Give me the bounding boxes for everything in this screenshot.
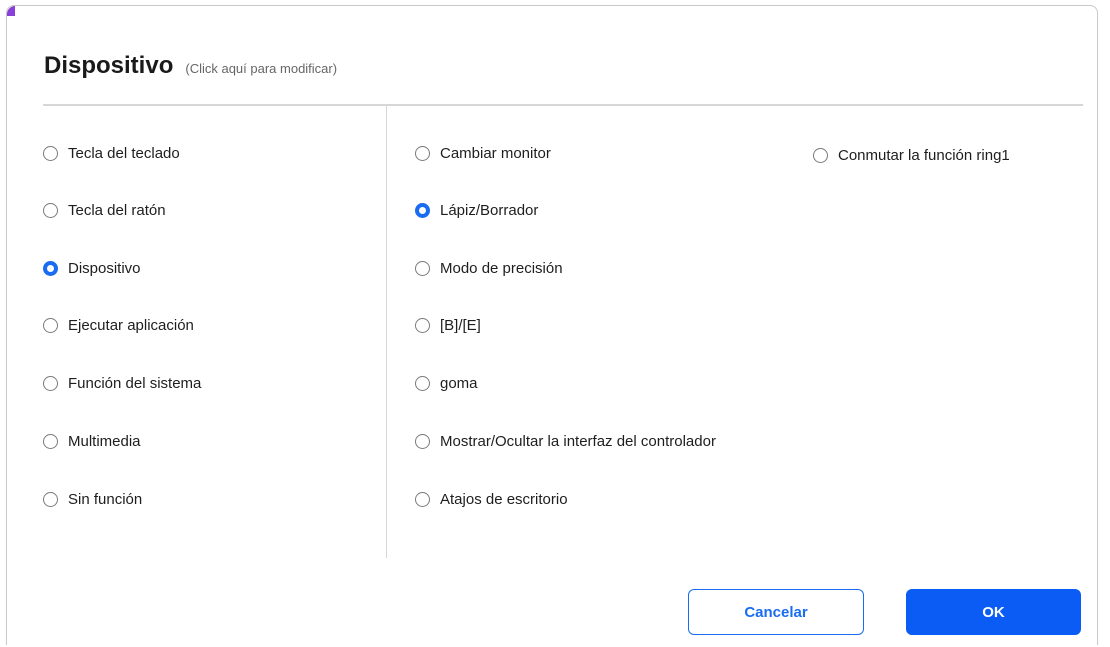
device-option-b-e[interactable]: [B]/[E]: [415, 317, 481, 334]
radio-button-icon[interactable]: [43, 492, 58, 507]
radio-button-icon[interactable]: [415, 146, 430, 161]
category-option-system-function[interactable]: Función del sistema: [43, 375, 201, 392]
device-option-label: Atajos de escritorio: [440, 491, 568, 508]
radio-button-icon[interactable]: [415, 261, 430, 276]
radio-button-icon[interactable]: [43, 318, 58, 333]
radio-button-icon[interactable]: [43, 376, 58, 391]
category-option-mouse-key[interactable]: Tecla del ratón: [43, 202, 166, 219]
device-option-label: goma: [440, 375, 478, 392]
category-option-no-function[interactable]: Sin función: [43, 491, 142, 508]
device-option-toggle-ring1[interactable]: Conmutar la función ring1: [813, 147, 1010, 164]
category-option-device[interactable]: Dispositivo: [43, 260, 141, 277]
category-label: Tecla del ratón: [68, 202, 166, 219]
ok-button[interactable]: OK: [906, 589, 1081, 635]
category-option-run-application[interactable]: Ejecutar aplicación: [43, 317, 194, 334]
device-option-label: Mostrar/Ocultar la interfaz del controla…: [440, 433, 716, 450]
category-label: Dispositivo: [68, 260, 141, 277]
radio-button-icon[interactable]: [415, 318, 430, 333]
device-option-toggle-driver-ui[interactable]: Mostrar/Ocultar la interfaz del controla…: [415, 433, 716, 450]
radio-button-icon[interactable]: [43, 203, 58, 218]
column-divider: [386, 106, 387, 558]
radio-button-icon[interactable]: [415, 434, 430, 449]
category-label: Sin función: [68, 491, 143, 508]
header-divider: [43, 104, 1083, 106]
device-option-label: [B]/[E]: [440, 317, 481, 334]
device-option-precision-mode[interactable]: Modo de precisión: [415, 260, 563, 277]
category-label: Ejecutar aplicación: [68, 317, 194, 334]
radio-button-icon[interactable]: [415, 492, 430, 507]
category-option-keyboard-key[interactable]: Tecla del teclado: [43, 145, 180, 162]
category-option-multimedia[interactable]: Multimedia: [43, 433, 141, 450]
modify-hint[interactable]: (Click aquí para modificar): [185, 61, 337, 76]
device-option-switch-monitor[interactable]: Cambiar monitor: [415, 145, 551, 162]
radio-button-icon[interactable]: [813, 148, 828, 163]
dialog-header[interactable]: Dispositivo (Click aquí para modificar): [44, 52, 337, 80]
device-option-pen-eraser[interactable]: Lápiz/Borrador: [415, 202, 538, 219]
device-option-label: Conmutar la función ring1: [838, 147, 1010, 164]
device-option-desktop-shortcuts[interactable]: Atajos de escritorio: [415, 491, 568, 508]
device-dialog: Dispositivo (Click aquí para modificar) …: [6, 5, 1098, 645]
device-option-label: Cambiar monitor: [440, 145, 551, 162]
radio-button-icon[interactable]: [415, 376, 430, 391]
category-label: Multimedia: [68, 433, 141, 450]
cancel-button[interactable]: Cancelar: [688, 589, 864, 635]
radio-button-icon[interactable]: [43, 146, 58, 161]
radio-button-selected-icon[interactable]: [43, 261, 58, 276]
device-option-label: Modo de precisión: [440, 260, 563, 277]
device-option-label: Lápiz/Borrador: [440, 202, 539, 219]
category-label: Función del sistema: [68, 375, 202, 392]
device-option-eraser[interactable]: goma: [415, 375, 478, 392]
radio-button-icon[interactable]: [43, 434, 58, 449]
category-label: Tecla del teclado: [68, 145, 180, 162]
radio-button-selected-icon[interactable]: [415, 203, 430, 218]
window-corner-accent: [7, 6, 15, 16]
dialog-title[interactable]: Dispositivo: [44, 52, 173, 80]
